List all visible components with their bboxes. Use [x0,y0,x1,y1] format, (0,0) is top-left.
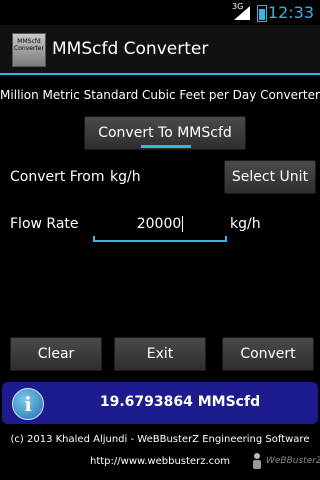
watermark-logo: WeBBusterZ [250,450,320,474]
action-bar: MMScfd Converter MMScfd Converter [0,25,320,75]
result-value: 19.6793864 MMScfd [99,394,261,410]
copyright-text: (c) 2013 Khaled Aljundi - WeBBusterZ Eng… [10,434,310,445]
signal-strength-icon [234,6,250,20]
result-bar: i 19.6793864 MMScfd [2,382,318,424]
page-subtitle: Million Metric Standard Cubic Feet per D… [0,88,320,102]
convert-from-label: Convert From [10,169,105,185]
watermark-figure-icon [253,453,261,469]
text-cursor [182,216,184,232]
flow-rate-label: Flow Rate [10,216,79,232]
app-title: MMScfd Converter [52,39,209,59]
convert-to-button-label: Convert To MMScfd [98,125,232,141]
convert-to-button[interactable]: Convert To MMScfd [84,116,246,150]
clear-button[interactable]: Clear [10,337,102,371]
exit-button[interactable]: Exit [114,337,206,371]
status-bar: 3G 12:33 [0,0,320,25]
info-icon[interactable]: i [12,388,44,420]
flow-rate-value-text: 20000 [136,216,182,232]
watermark-text: WeBBusterZ [266,456,320,466]
flow-rate-input-value: 20000 [93,216,227,232]
battery-icon [257,5,267,22]
flow-rate-input[interactable]: 20000 [93,208,227,242]
convert-to-underline [141,145,191,148]
status-time: 12:33 [267,3,314,22]
convert-button[interactable]: Convert [222,337,314,371]
select-unit-button[interactable]: Select Unit [224,160,316,194]
flow-rate-unit: kg/h [230,216,261,232]
input-underline [93,240,227,242]
input-underline-tick-left [93,236,95,242]
input-underline-tick-right [225,236,227,242]
app-icon: MMScfd Converter [12,33,46,67]
app-icon-label: MMScfd Converter [14,38,44,52]
convert-from-unit: kg/h [110,169,141,185]
